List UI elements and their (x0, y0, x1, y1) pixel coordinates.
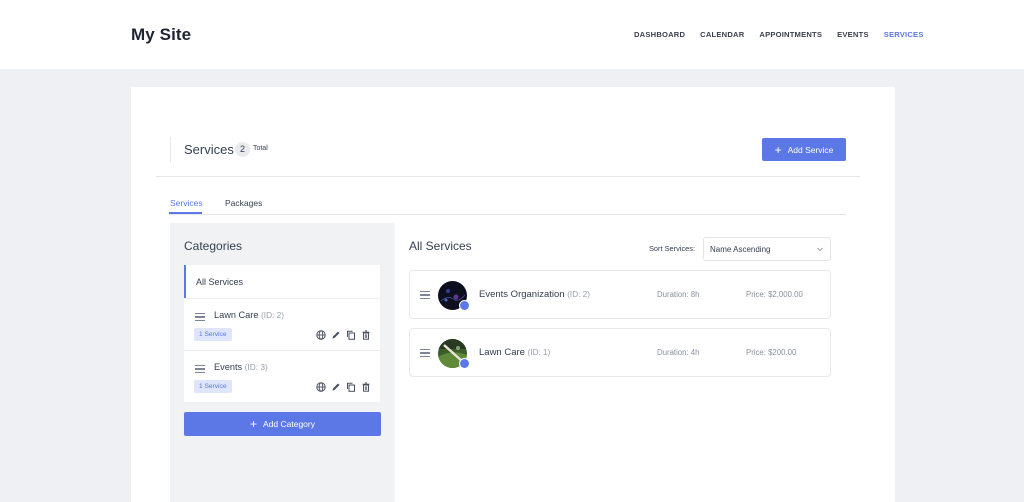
chevron-down-icon (816, 245, 824, 255)
duplicate-icon[interactable] (346, 382, 356, 392)
drag-handle-icon[interactable] (420, 349, 430, 358)
nav-dashboard[interactable]: DASHBOARD (634, 30, 685, 39)
sort-label: Sort Services: (649, 244, 696, 253)
top-bar: My Site DASHBOARD CALENDAR APPOINTMENTS … (0, 0, 1024, 69)
nav-services[interactable]: SERVICES (884, 30, 924, 39)
plus-icon: + (774, 142, 782, 157)
sort-select[interactable]: Name Ascending (703, 237, 831, 261)
category-id: (ID: 3) (244, 362, 268, 372)
service-item-lawn-care[interactable]: Lawn Care (ID: 1) Duration: 4h Price: $2… (409, 328, 831, 377)
site-title[interactable]: My Site (131, 25, 191, 45)
service-id: (ID: 1) (527, 348, 551, 357)
plus-icon: + (250, 417, 258, 431)
category-item-events[interactable]: Events (ID: 3) 1 Service (184, 350, 380, 402)
page-title: Services (184, 142, 234, 157)
service-thumbnail (438, 281, 470, 311)
service-item-events-organization[interactable]: Events Organization (ID: 2) Duration: 8h… (409, 270, 831, 319)
drag-handle-icon[interactable] (420, 291, 430, 300)
nav-events[interactable]: EVENTS (837, 30, 869, 39)
category-service-count-badge: 1 Service (194, 380, 232, 393)
tab-services[interactable]: Services (170, 198, 203, 208)
category-actions (316, 382, 371, 392)
status-dot (459, 300, 470, 311)
nav-calendar[interactable]: CALENDAR (700, 30, 744, 39)
add-service-button[interactable]: + Add Service (762, 138, 846, 161)
duplicate-icon[interactable] (346, 330, 356, 340)
edit-pencil-icon[interactable] (331, 382, 341, 392)
status-dot (459, 358, 470, 369)
drag-handle-icon[interactable] (195, 365, 205, 374)
service-duration: Duration: 8h (657, 290, 700, 299)
edit-pencil-icon[interactable] (331, 330, 341, 340)
service-name: Events Organization (479, 289, 565, 300)
trash-icon[interactable] (361, 330, 371, 340)
services-count-suffix: Total (253, 145, 268, 152)
category-name: Events (214, 362, 243, 372)
service-id: (ID: 2) (567, 290, 590, 299)
category-all-services[interactable]: All Services (184, 265, 380, 298)
globe-icon[interactable] (316, 330, 326, 340)
add-service-label: Add Service (787, 144, 834, 155)
services-count-badge: 2 (235, 142, 250, 157)
add-category-button[interactable]: + Add Category (184, 412, 381, 436)
trash-icon[interactable] (361, 382, 371, 392)
category-name: Lawn Care (214, 310, 259, 320)
globe-icon[interactable] (316, 382, 326, 392)
service-price: Price: $2,000.00 (746, 290, 803, 299)
add-category-label: Add Category (263, 419, 315, 429)
category-actions (316, 330, 371, 340)
service-name: Lawn Care (479, 347, 525, 358)
service-price: Price: $200.00 (746, 348, 797, 357)
services-heading: All Services (409, 239, 472, 253)
categories-heading: Categories (184, 239, 243, 253)
header-divider (170, 137, 171, 162)
service-thumbnail (438, 339, 470, 369)
service-duration: Duration: 4h (657, 348, 700, 357)
sort-selected-value: Name Ascending (710, 244, 771, 254)
nav-appointments[interactable]: APPOINTMENTS (759, 30, 822, 39)
category-service-count-badge: 1 Service (194, 328, 232, 341)
category-item-lawn-care[interactable]: Lawn Care (ID: 2) 1 Service (184, 298, 380, 350)
main-nav: DASHBOARD CALENDAR APPOINTMENTS EVENTS S… (634, 30, 939, 39)
drag-handle-icon[interactable] (195, 313, 205, 322)
tabs-divider (169, 214, 846, 215)
category-id: (ID: 2) (261, 310, 285, 320)
tab-packages[interactable]: Packages (225, 198, 262, 208)
header-divider-line (156, 176, 860, 177)
